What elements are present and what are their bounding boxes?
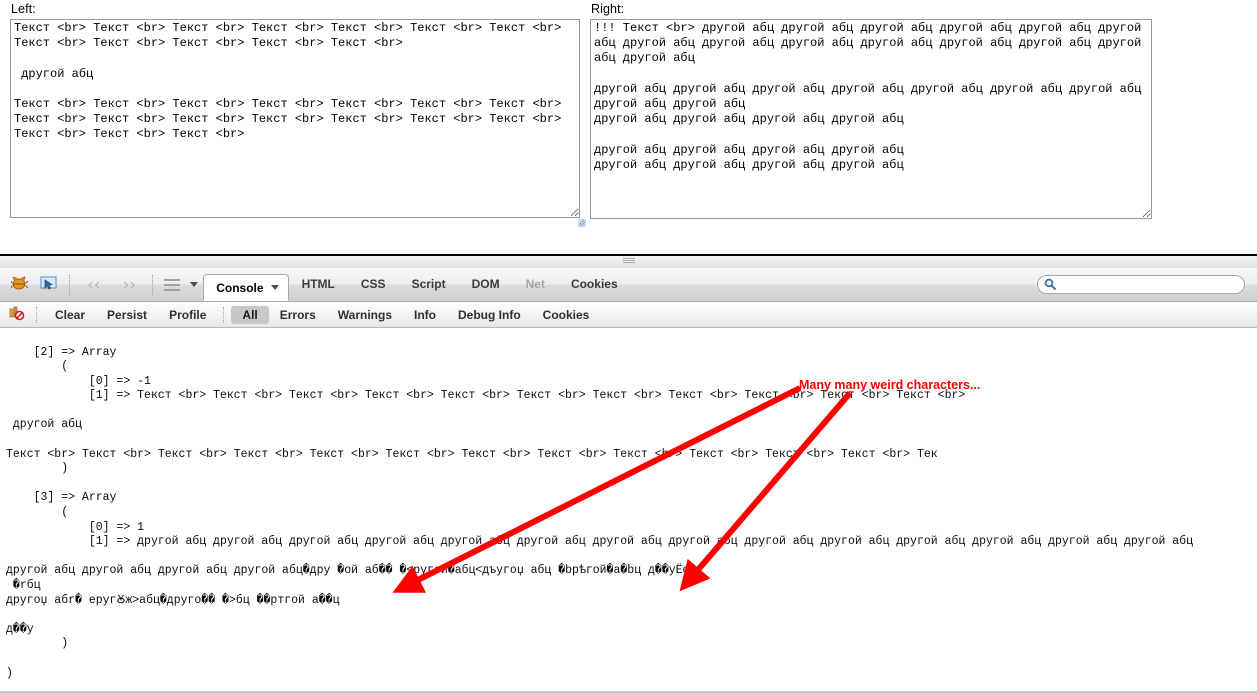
inspect-element-icon (39, 275, 59, 294)
console-log-entry: [2] => Array ( [0] => -1 [1] => Текст <b… (6, 345, 1194, 680)
browser-page-content: Left: Right: (0, 0, 1257, 254)
profile-button[interactable]: Profile (158, 306, 217, 324)
tab-dom[interactable]: DOM (459, 268, 513, 301)
list-menu-icon (164, 278, 181, 291)
splitter-grip-icon[interactable] (622, 258, 635, 263)
panel-list-button[interactable] (159, 272, 185, 298)
firebug-bug-icon (10, 275, 29, 294)
chevron-down-icon (190, 282, 199, 287)
tab-console-chevron-down-icon[interactable] (270, 285, 279, 290)
forward-chevron-icon: ›› (122, 274, 137, 295)
firebug-logo-button[interactable] (6, 272, 34, 298)
left-textarea-wrapper (10, 19, 580, 218)
clear-button[interactable]: Clear (44, 306, 96, 324)
textarea-resize-grip-icon[interactable] (578, 216, 586, 227)
tab-css[interactable]: CSS (348, 268, 399, 301)
filter-warnings-button[interactable]: Warnings (327, 306, 403, 324)
toolbar-separator-1 (69, 274, 71, 295)
firebug-main-toolbar: ‹‹ ›› Console HTML CSS Script DOM Net Co… (0, 268, 1257, 302)
search-input[interactable] (1037, 275, 1245, 294)
left-column: Left: (10, 0, 580, 218)
persist-button[interactable]: Persist (96, 306, 158, 324)
filter-info-button[interactable]: Info (403, 306, 447, 324)
tab-cookies[interactable]: Cookies (558, 268, 631, 301)
firebug-console-toolbar: Clear Persist Profile All Errors Warning… (0, 302, 1257, 328)
right-textarea-wrapper (590, 19, 1152, 219)
panel-splitter[interactable] (0, 254, 1257, 268)
subtoolbar-separator-1 (36, 306, 38, 323)
console-filter-button[interactable] (4, 302, 30, 328)
firebug-console-output-panel[interactable]: [2] => Array ( [0] => -1 [1] => Текст <b… (0, 328, 1257, 692)
console-filter-icon (9, 305, 25, 324)
firebug-search-box[interactable] (1037, 275, 1245, 294)
tab-html[interactable]: HTML (289, 268, 348, 301)
tab-script[interactable]: Script (399, 268, 459, 301)
inspect-element-button[interactable] (34, 272, 64, 298)
left-textarea[interactable] (10, 19, 580, 218)
filter-debug-info-button[interactable]: Debug Info (447, 306, 532, 324)
back-button[interactable]: ‹‹ (76, 272, 112, 298)
firebug-panel: ‹‹ ›› Console HTML CSS Script DOM Net Co… (0, 268, 1257, 693)
left-label: Left: (11, 2, 36, 16)
filter-errors-button[interactable]: Errors (269, 306, 327, 324)
toolbar-separator-2 (152, 274, 154, 295)
tab-console[interactable]: Console (203, 274, 289, 301)
filter-all-button[interactable]: All (231, 305, 269, 324)
tab-console-label: Console (216, 280, 264, 295)
panel-dropdown-button[interactable] (185, 272, 203, 298)
right-textarea[interactable] (590, 19, 1152, 219)
forward-button[interactable]: ›› (112, 272, 148, 298)
right-label: Right: (591, 2, 625, 16)
subtoolbar-separator-2 (223, 306, 225, 323)
tab-net[interactable]: Net (513, 268, 558, 301)
filter-cookies-button[interactable]: Cookies (532, 306, 601, 324)
right-column: Right: (590, 0, 1152, 219)
back-chevron-icon: ‹‹ (87, 274, 101, 295)
